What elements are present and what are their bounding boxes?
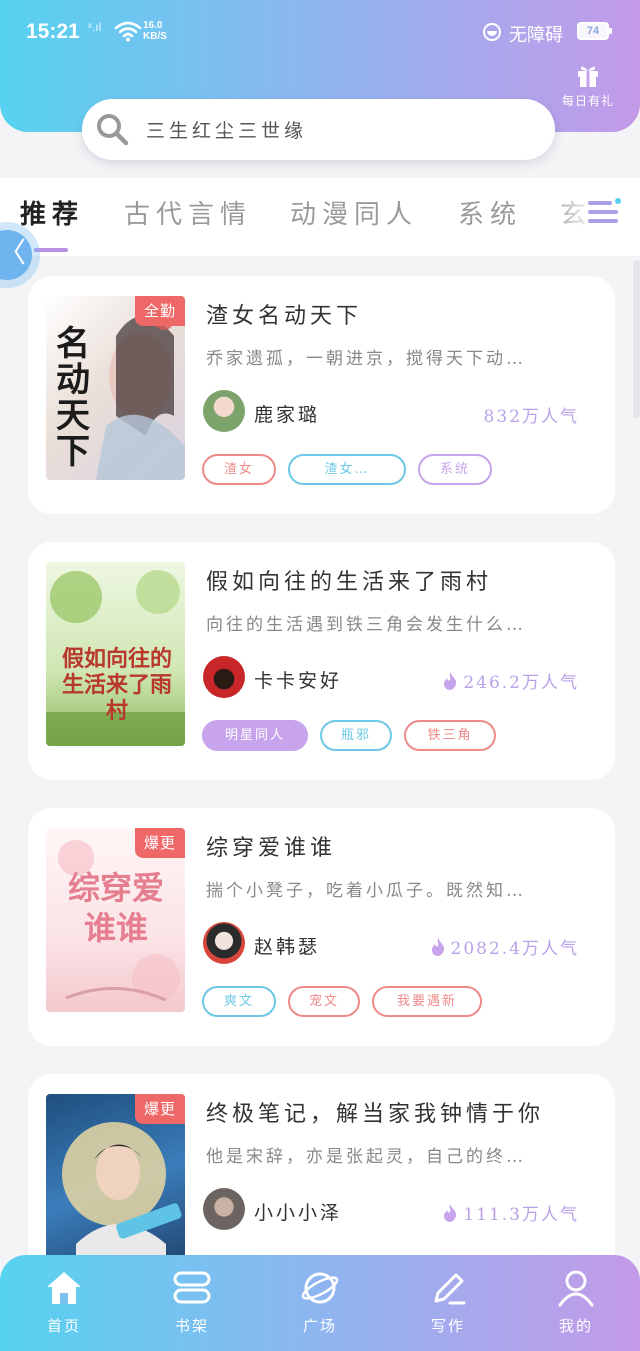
popularity-count: 111.3万人气 bbox=[443, 1200, 579, 1225]
status-bar: 15:21 ˣ.ıl 16.0 KB/S 无障碍 74 bbox=[0, 0, 640, 64]
book-title[interactable]: 渣女名动天下 bbox=[206, 298, 362, 330]
book-title[interactable]: 假如向往的生活来了雨村 bbox=[206, 564, 492, 596]
popularity-text: 246.2万人气 bbox=[463, 673, 579, 693]
search-bar[interactable]: 三生红尘三世缘 bbox=[82, 99, 555, 160]
book-card[interactable]: 假如向往的生活来了雨村 假如向往的生活来了雨村 向往的生活遇到铁三角会发生什么…… bbox=[28, 542, 615, 780]
flame-icon bbox=[444, 672, 457, 690]
tag[interactable]: 宠文 bbox=[288, 986, 360, 1017]
nav-home[interactable]: 首页 bbox=[24, 1269, 104, 1336]
avatar[interactable] bbox=[203, 390, 245, 432]
signal-icon: ˣ.ıl bbox=[88, 20, 102, 34]
author-name[interactable]: 赵韩瑟 bbox=[254, 932, 320, 959]
pen-icon bbox=[434, 1273, 466, 1305]
daily-gift-button[interactable]: 每日有礼 bbox=[556, 62, 620, 109]
accessibility-icon bbox=[483, 23, 501, 41]
book-cover: 综穿爱谁谁 爆更 bbox=[46, 828, 185, 1012]
cover-title: 假如向往的生活来了雨村 bbox=[61, 646, 172, 724]
status-time: 15:21 bbox=[26, 20, 80, 43]
tag[interactable]: 明星同人 bbox=[202, 720, 308, 751]
bookshelf-icon bbox=[173, 1271, 211, 1304]
status-badge: 爆更 bbox=[135, 828, 185, 858]
popularity-count: 832万人气 bbox=[484, 402, 579, 427]
nav-mine[interactable]: 我的 bbox=[536, 1269, 616, 1336]
popularity-text: 2082.4万人气 bbox=[450, 939, 579, 959]
book-card[interactable]: 爆更 终极笔记，解当家我钟情于你 他是宋辞，亦是张起灵，自己的终… 小小小泽 1… bbox=[28, 1074, 615, 1278]
nav-label: 广场 bbox=[302, 1317, 337, 1335]
cover-title: 名动天下 bbox=[56, 324, 90, 472]
gift-label: 每日有礼 bbox=[561, 94, 614, 108]
book-title[interactable]: 综穿爱谁谁 bbox=[206, 830, 336, 862]
avatar[interactable] bbox=[203, 922, 245, 964]
book-card[interactable]: 综穿爱谁谁 爆更 综穿爱谁谁 揣个小凳子，吃着小瓜子。既然知… 赵韩瑟 2082… bbox=[28, 808, 615, 1046]
status-badge: 爆更 bbox=[135, 1094, 185, 1124]
book-cover: 名动天下 全勤 bbox=[46, 296, 185, 480]
user-icon bbox=[558, 1270, 594, 1307]
popularity-text: 111.3万人气 bbox=[463, 1205, 579, 1225]
author-name[interactable]: 卡卡安好 bbox=[254, 666, 342, 693]
book-description: 向往的生活遇到铁三角会发生什么… bbox=[206, 615, 526, 635]
wifi-icon bbox=[114, 21, 142, 42]
tag[interactable]: 铁三角 bbox=[404, 720, 496, 751]
nav-label: 首页 bbox=[46, 1317, 81, 1335]
tag[interactable]: 我要遇新 bbox=[372, 986, 482, 1017]
tab-anime-fanfic[interactable]: 动漫同人 bbox=[290, 194, 418, 231]
book-cover: 爆更 bbox=[46, 1094, 185, 1278]
tag[interactable]: 系统 bbox=[418, 454, 492, 485]
popularity-count: 2082.4万人气 bbox=[431, 934, 579, 959]
author-name[interactable]: 鹿家璐 bbox=[254, 400, 320, 427]
planet-icon bbox=[301, 1272, 339, 1304]
category-tabs: 推荐 古代言情 动漫同人 系统 玄 bbox=[0, 178, 640, 256]
back-arrow-icon: 〈 bbox=[0, 230, 32, 280]
popularity-count: 246.2万人气 bbox=[443, 668, 579, 693]
flame-icon bbox=[431, 938, 444, 956]
search-input[interactable]: 三生红尘三世缘 bbox=[146, 116, 307, 143]
nav-square[interactable]: 广场 bbox=[280, 1269, 360, 1336]
book-cover: 假如向往的生活来了雨村 bbox=[46, 562, 185, 746]
popularity-text: 832万人气 bbox=[483, 407, 579, 427]
category-menu-icon[interactable] bbox=[586, 196, 622, 228]
nav-write[interactable]: 写作 bbox=[408, 1269, 488, 1336]
book-description: 揣个小凳子，吃着小瓜子。既然知… bbox=[206, 881, 526, 901]
net-speed: 16.0 KB/S bbox=[143, 20, 167, 42]
avatar[interactable] bbox=[203, 656, 245, 698]
tag[interactable]: 瓶邪 bbox=[320, 720, 392, 751]
book-description: 乔家遗孤，一朝进京，搅得天下动… bbox=[206, 349, 526, 369]
accessibility-label: 无障碍 bbox=[509, 25, 563, 46]
nav-label: 我的 bbox=[558, 1317, 593, 1335]
book-title[interactable]: 终极笔记，解当家我钟情于你 bbox=[206, 1096, 544, 1128]
cover-title: 综穿爱谁谁 bbox=[67, 869, 164, 947]
tab-recommend[interactable]: 推荐 bbox=[20, 194, 84, 231]
tab-system[interactable]: 系统 bbox=[458, 194, 522, 231]
tag[interactable]: 渣女 bbox=[202, 454, 276, 485]
bottom-navigation: 首页 书架 广场 写作 我的 bbox=[0, 1255, 640, 1351]
tag[interactable]: 渣女… bbox=[288, 454, 406, 485]
book-description: 他是宋辞，亦是张起灵，自己的终… bbox=[206, 1147, 526, 1167]
home-icon bbox=[47, 1272, 81, 1304]
tab-ancient-romance[interactable]: 古代言情 bbox=[124, 194, 252, 231]
book-card[interactable]: 名动天下 全勤 渣女名动天下 乔家遗孤，一朝进京，搅得天下动… 鹿家璐 832万… bbox=[28, 276, 615, 514]
scrollbar[interactable] bbox=[633, 260, 640, 418]
nav-label: 书架 bbox=[174, 1317, 209, 1335]
search-icon bbox=[97, 114, 129, 146]
status-badge: 全勤 bbox=[135, 296, 185, 326]
nav-label: 写作 bbox=[430, 1317, 465, 1335]
flame-icon bbox=[444, 1204, 457, 1222]
avatar[interactable] bbox=[203, 1188, 245, 1230]
author-name[interactable]: 小小小泽 bbox=[254, 1198, 342, 1225]
tag[interactable]: 爽文 bbox=[202, 986, 276, 1017]
gift-icon bbox=[578, 66, 598, 87]
net-speed-value: 16.0 bbox=[143, 20, 163, 31]
net-speed-unit: KB/S bbox=[143, 31, 167, 42]
nav-bookshelf[interactable]: 书架 bbox=[152, 1269, 232, 1336]
battery-icon: 74 bbox=[577, 22, 612, 40]
